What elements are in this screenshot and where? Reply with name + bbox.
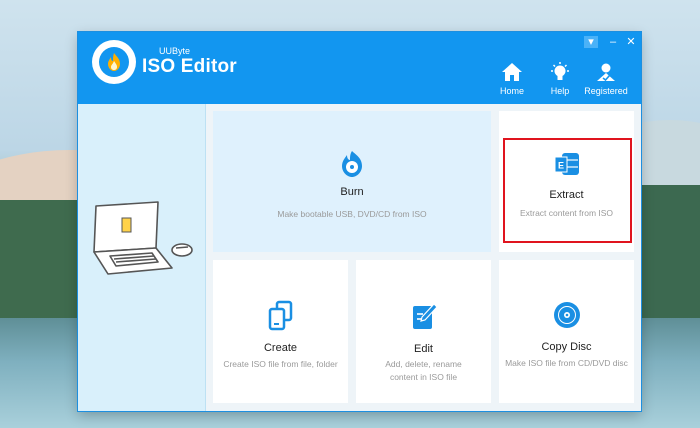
brand: UUByte ISO Editor xyxy=(142,46,237,78)
burn-description: Make bootable USB, DVD/CD from ISO xyxy=(277,209,427,219)
sidebar xyxy=(78,104,206,411)
edit-description-line2: content in ISO file xyxy=(389,372,458,382)
create-card[interactable]: Create Create ISO file from file, folder xyxy=(213,260,348,403)
disc-icon xyxy=(553,302,580,328)
edit-title: Edit xyxy=(414,343,433,355)
copy-disc-title: Copy Disc xyxy=(541,341,592,353)
create-description: Create ISO file from file, folder xyxy=(223,359,338,369)
help-label: Help xyxy=(550,86,570,96)
burn-title: Burn xyxy=(340,186,364,198)
extract-highlight-box xyxy=(503,138,632,243)
user-icon xyxy=(597,63,615,82)
menu-dropdown-button[interactable]: ▾ xyxy=(584,36,598,48)
home-icon xyxy=(502,63,522,81)
create-file-icon xyxy=(268,300,292,331)
create-title: Create xyxy=(263,342,298,354)
copy-disc-card[interactable]: Copy Disc Make ISO file from CD/DVD disc xyxy=(499,260,634,403)
edit-description-line1: Add, delete, rename xyxy=(385,359,462,369)
title-bar[interactable]: UUByte ISO Editor ▾ – ✕ Home Help Regist… xyxy=(78,32,641,104)
app-title: ISO Editor xyxy=(142,56,237,77)
laptop-illustration-icon xyxy=(93,201,193,275)
registered-label: Registered xyxy=(584,86,628,96)
flame-icon xyxy=(108,53,120,71)
home-label: Home xyxy=(499,86,524,96)
burn-card[interactable]: Burn Make bootable USB, DVD/CD from ISO xyxy=(213,111,491,252)
app-logo xyxy=(95,43,133,81)
edit-description: Add, delete, rename content in ISO file xyxy=(362,358,485,384)
close-button[interactable]: ✕ xyxy=(624,36,638,48)
burn-disc-icon xyxy=(342,151,362,177)
brand-company: UUByte xyxy=(159,46,191,56)
lightbulb-icon xyxy=(551,62,569,80)
minimize-button[interactable]: – xyxy=(606,36,620,48)
edit-card[interactable]: Edit Add, delete, rename content in ISO … xyxy=(356,260,491,403)
copy-disc-description: Make ISO file from CD/DVD disc xyxy=(505,358,628,368)
help-button[interactable]: Help xyxy=(538,62,582,96)
registered-button[interactable]: Registered xyxy=(584,62,628,96)
edit-pencil-icon xyxy=(412,303,438,329)
home-button[interactable]: Home xyxy=(490,62,534,96)
